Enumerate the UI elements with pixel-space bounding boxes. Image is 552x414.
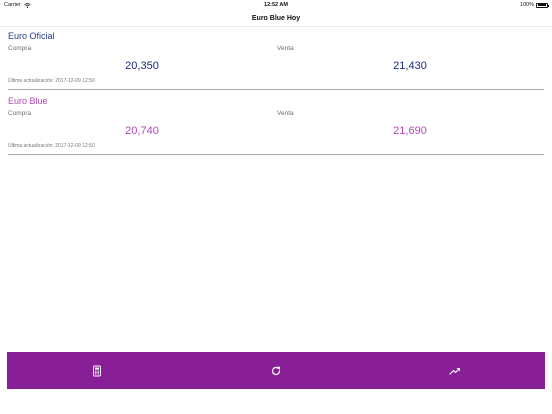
- buy-value: 20,350: [125, 60, 159, 72]
- battery-icon: [536, 2, 549, 8]
- section-title: Euro Blue: [8, 96, 48, 106]
- refresh-icon: [271, 366, 281, 375]
- calculator-icon: [92, 365, 101, 376]
- buy-value: 20,740: [125, 125, 159, 137]
- battery-indicator: 100%: [519, 2, 549, 8]
- status-time: 12:52 AM: [264, 2, 288, 8]
- tab-trends[interactable]: [366, 352, 545, 389]
- page-title: Euro Blue Hoy: [251, 15, 301, 22]
- buy-label: Compra: [8, 45, 32, 52]
- battery-percent: 100%: [519, 2, 534, 8]
- buy-label: Compra: [8, 110, 32, 117]
- sell-value: 21,430: [393, 60, 427, 72]
- sell-value: 21,690: [393, 125, 427, 137]
- trending-up-icon: [449, 367, 461, 375]
- status-bar: Carrier 12:52 AM 100%: [0, 0, 552, 10]
- last-updated: Última actualización: 2017-12-09 12:50: [8, 143, 95, 149]
- sell-label: Venta: [277, 110, 294, 117]
- section-title: Euro Oficial: [8, 31, 55, 41]
- section-divider: [8, 154, 544, 155]
- nav-bar: Euro Blue Hoy: [0, 10, 552, 27]
- tab-refresh[interactable]: [186, 352, 365, 389]
- section-divider: [8, 89, 544, 90]
- tab-calculator[interactable]: [7, 352, 186, 389]
- bottom-tab-bar: [7, 352, 545, 389]
- last-updated: Última actualización: 2017-12-09 12:50: [8, 78, 95, 84]
- sell-label: Venta: [277, 45, 294, 52]
